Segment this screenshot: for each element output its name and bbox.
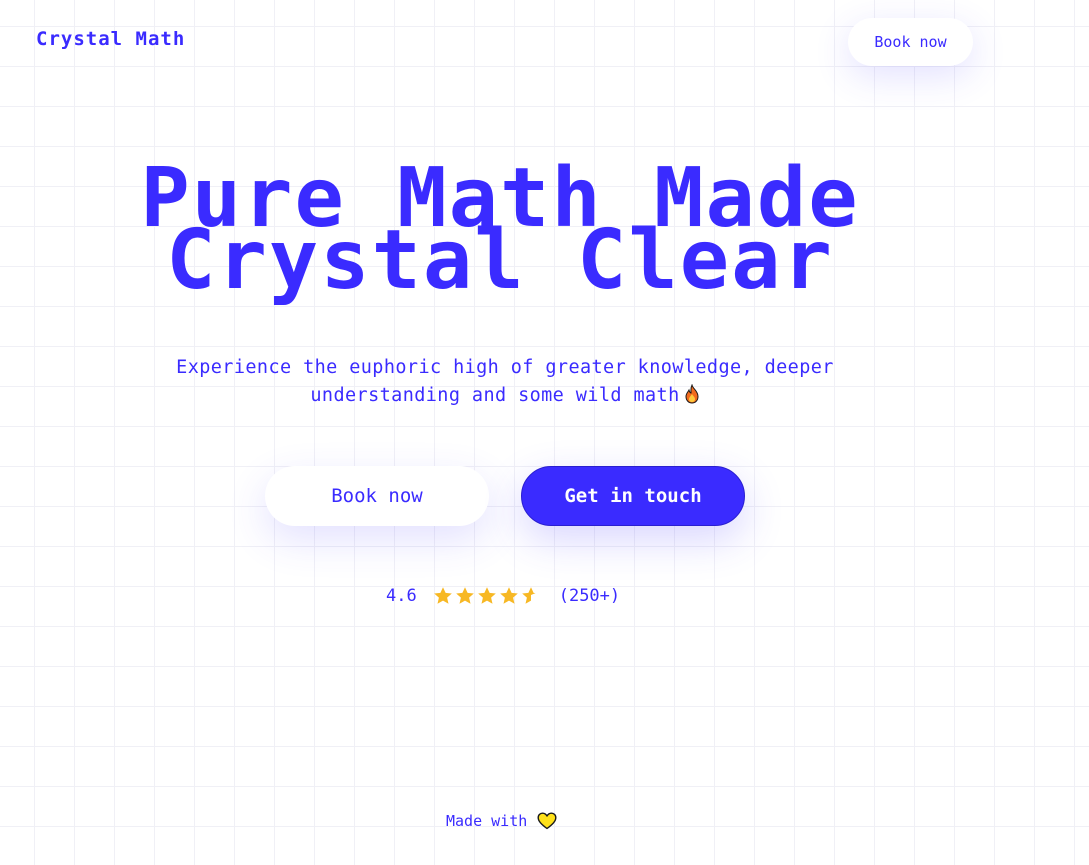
footer-credit: Made with bbox=[446, 808, 557, 834]
brand-logo[interactable]: Crystal Math bbox=[36, 28, 185, 50]
rating-count: (250+) bbox=[558, 586, 621, 606]
star-icon bbox=[433, 587, 452, 604]
rating-stars bbox=[433, 586, 543, 606]
footer-made-with: Made with bbox=[446, 812, 528, 830]
get-in-touch-button[interactable]: Get in touch bbox=[521, 466, 745, 526]
rating-score: 4.6 bbox=[386, 586, 417, 606]
hero-title: Pure Math Made Crystal Clear bbox=[0, 158, 1000, 302]
hero-subtitle-line-1: Experience the euphoric high of greater … bbox=[176, 357, 834, 378]
star-icon bbox=[499, 587, 518, 604]
star-icon bbox=[477, 587, 496, 604]
star-icon bbox=[455, 587, 474, 604]
header-book-now-button[interactable]: Book now bbox=[848, 18, 973, 66]
half-star-icon bbox=[521, 587, 536, 604]
heart-icon bbox=[537, 812, 557, 830]
hero-subtitle-line-2: understanding and some wild math bbox=[310, 385, 680, 406]
book-now-button[interactable]: Book now bbox=[265, 466, 489, 526]
hero-subtitle: Experience the euphoric high of greater … bbox=[130, 354, 880, 410]
hero-subtitle-line-2-wrap: understanding and some wild math bbox=[130, 382, 880, 410]
fire-icon bbox=[685, 384, 699, 404]
rating: 4.6 (250+) bbox=[386, 582, 620, 610]
